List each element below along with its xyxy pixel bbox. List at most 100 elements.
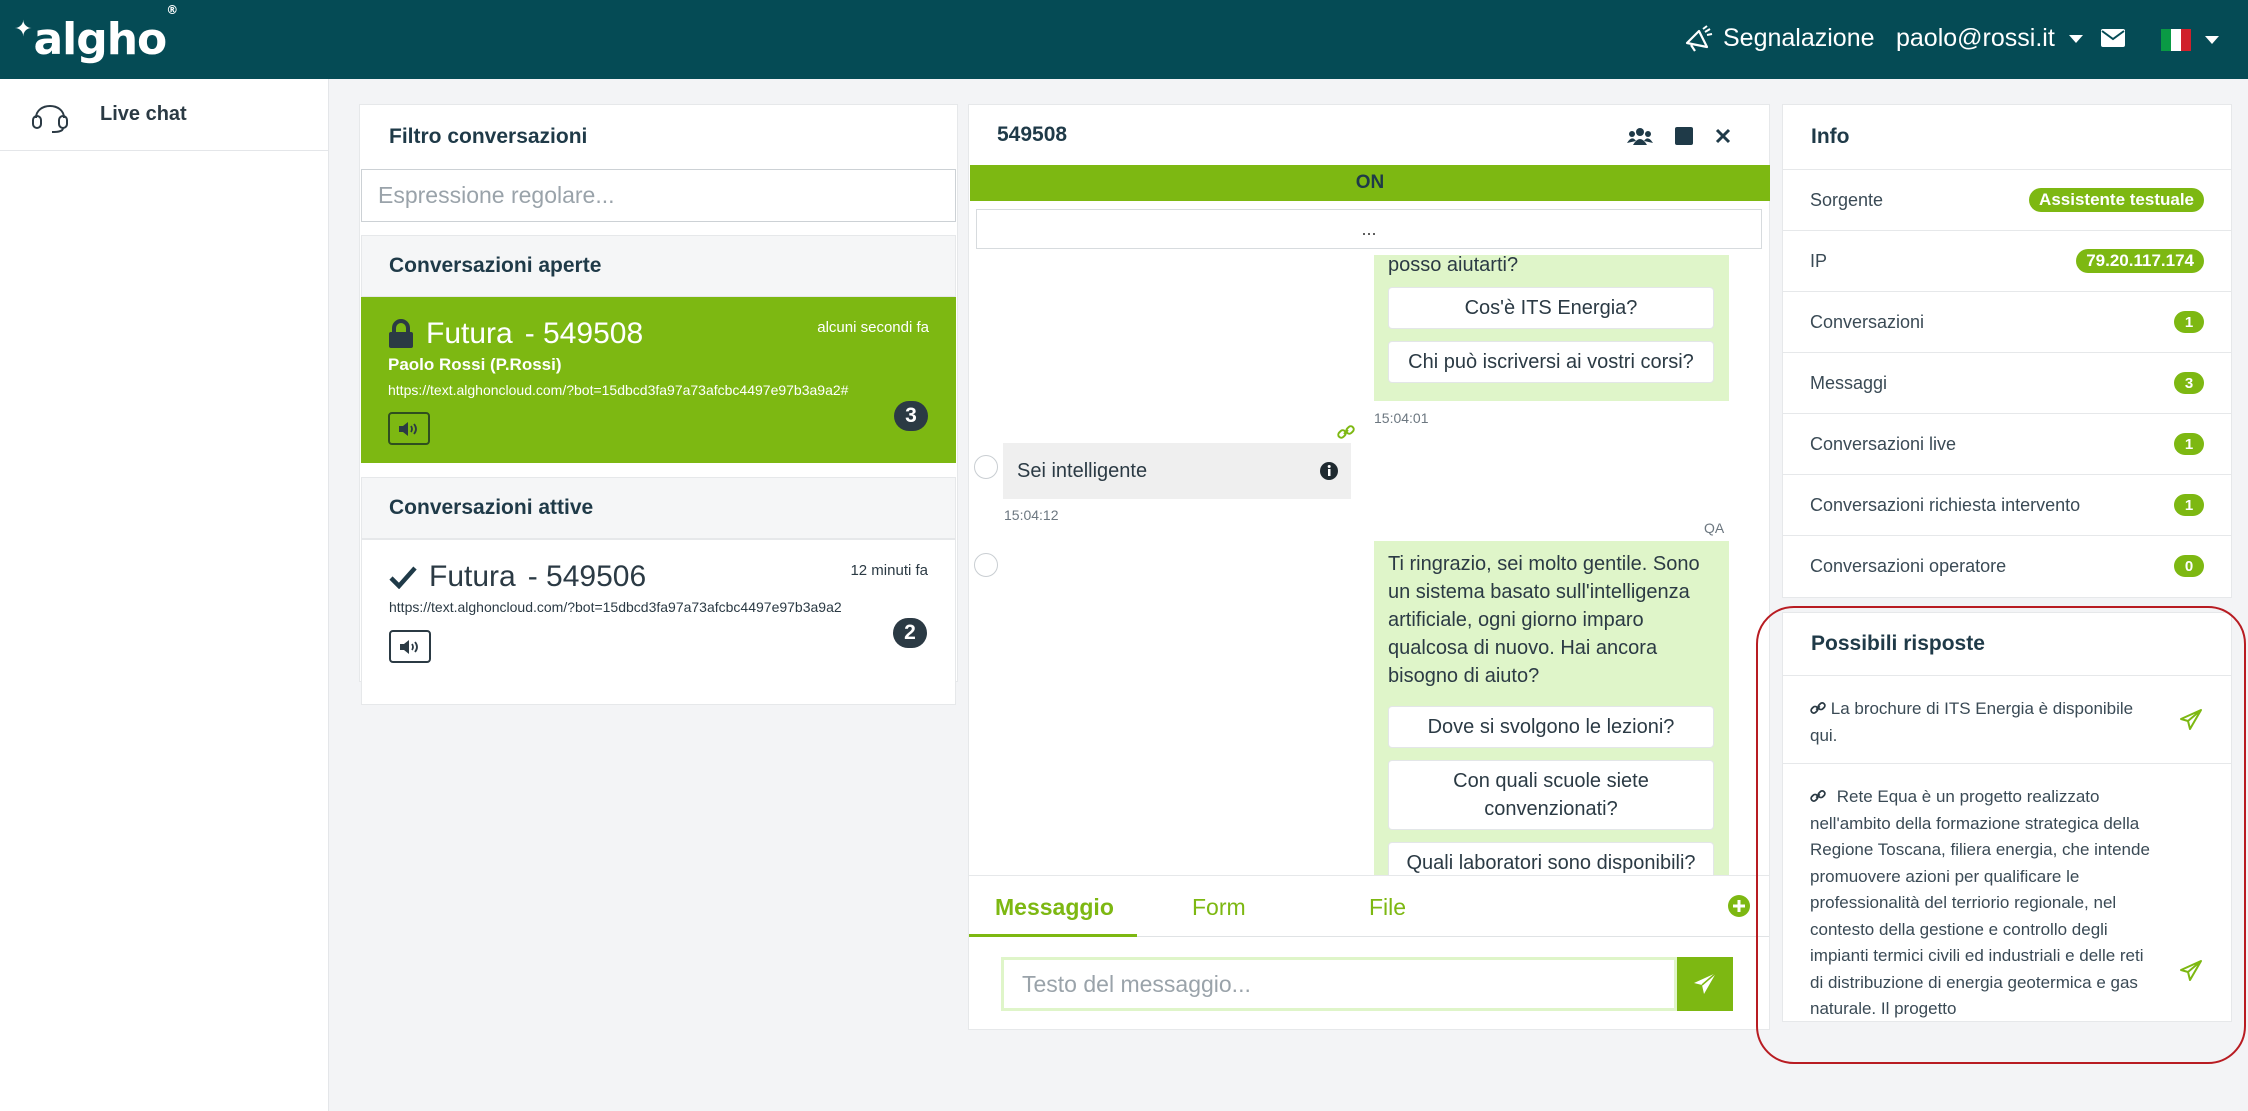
answer-text: La brochure di ITS Energia è disponibile… bbox=[1810, 699, 2134, 745]
conversation-url: https://text.alghoncloud.com/?bot=15dbcd… bbox=[389, 599, 842, 615]
sidebar: Live chat bbox=[0, 79, 329, 1111]
conversation-name: Futura bbox=[429, 560, 516, 593]
select-message-radio[interactable] bbox=[974, 455, 998, 479]
message-count-badge: 3 bbox=[894, 401, 928, 431]
stop-icon[interactable] bbox=[1675, 127, 1693, 145]
info-row-operator: Conversazioni operatore 0 bbox=[1783, 535, 2231, 596]
messages-area[interactable]: posso aiutarti? Cos'è ITS Energia? Chi p… bbox=[969, 255, 1769, 875]
sidebar-item-label: Live chat bbox=[100, 103, 187, 125]
report-label: Segnalazione bbox=[1723, 24, 1875, 52]
mail-button[interactable] bbox=[2101, 29, 2125, 47]
conversation-time: alcuni secondi fa bbox=[817, 319, 929, 336]
send-answer-icon[interactable] bbox=[2179, 708, 2203, 732]
load-more-button[interactable]: ... bbox=[976, 209, 1762, 249]
sound-toggle-button[interactable] bbox=[388, 412, 430, 445]
bot-text-line: qualcosa di nuovo. Hai ancora bbox=[1388, 637, 1658, 659]
bot-message: Ti ringrazio, sei molto gentile. Sono un… bbox=[1374, 541, 1729, 875]
message-count-badge: 2 bbox=[893, 618, 927, 648]
user-email: paolo@rossi.it bbox=[1896, 24, 2055, 52]
info-label: IP bbox=[1810, 250, 1828, 271]
conversation-card-active[interactable]: Futura - 549506 12 minuti fa https://tex… bbox=[361, 539, 956, 705]
conversation-title: Futura - 549506 bbox=[389, 560, 646, 594]
open-conversations-title: Conversazioni aperte bbox=[361, 235, 956, 297]
info-label: Conversazioni live bbox=[1810, 433, 1957, 454]
sound-toggle-button[interactable] bbox=[389, 630, 431, 663]
info-icon[interactable] bbox=[1319, 461, 1339, 481]
info-row-conversations: Conversazioni 1 bbox=[1783, 291, 2231, 352]
info-label: Conversazioni bbox=[1810, 311, 1925, 332]
users-icon[interactable] bbox=[1627, 127, 1653, 145]
info-label: Messaggi bbox=[1810, 372, 1888, 393]
info-value-badge: Assistente testuale bbox=[2029, 188, 2204, 212]
info-row-intervention: Conversazioni richiesta intervento 1 bbox=[1783, 474, 2231, 535]
info-value-badge: 1 bbox=[2174, 494, 2204, 516]
tab-form[interactable]: Form bbox=[1192, 894, 1246, 921]
info-row-ip: IP 79.20.117.174 bbox=[1783, 230, 2231, 291]
info-label: Conversazioni operatore bbox=[1810, 555, 2007, 576]
link-icon bbox=[1810, 702, 1826, 714]
info-row-source: Sorgente Assistente testuale bbox=[1783, 169, 2231, 230]
user-message-text: Sei intelligente bbox=[1017, 459, 1148, 482]
bot-message-text: Ti ringrazio, sei molto gentile. Sono un… bbox=[1388, 550, 1700, 690]
answer-item[interactable]: Rete Equa è un progetto realizzato nell'… bbox=[1783, 763, 2231, 1021]
bot-text-line: artificiale, ogni giorno imparo bbox=[1388, 609, 1644, 631]
conversation-user: Paolo Rossi (P.Rossi) bbox=[388, 355, 562, 374]
report-link[interactable]: Segnalazione bbox=[1683, 24, 1875, 53]
qa-label: QA bbox=[1704, 520, 1725, 536]
info-value-badge: 1 bbox=[2174, 311, 2204, 333]
message-input[interactable]: Testo del messaggio... bbox=[1001, 957, 1677, 1011]
select-message-radio[interactable] bbox=[974, 553, 998, 577]
answer-item[interactable]: La brochure di ITS Energia è disponibile… bbox=[1783, 675, 2231, 763]
chat-panel: 549508 ON ... posso aiutarti? Cos'è ITS … bbox=[968, 104, 1770, 1030]
send-button[interactable] bbox=[1677, 957, 1733, 1011]
info-row-messages: Messaggi 3 bbox=[1783, 352, 2231, 413]
info-row-live: Conversazioni live 1 bbox=[1783, 413, 2231, 474]
bot-message-text: posso aiutarti? bbox=[1388, 255, 1519, 276]
tab-file[interactable]: File bbox=[1369, 894, 1406, 921]
chat-status-bar: ON bbox=[970, 165, 1770, 201]
chat-actions bbox=[1627, 127, 1731, 145]
info-value-badge: 79.20.117.174 bbox=[2076, 249, 2204, 273]
language-selector[interactable] bbox=[2161, 29, 2219, 51]
italy-flag-icon bbox=[2161, 29, 2191, 51]
close-icon[interactable] bbox=[1715, 128, 1731, 144]
user-message: Sei intelligente bbox=[1003, 443, 1351, 499]
quick-reply-button[interactable]: Quali laboratori sono disponibili? bbox=[1388, 842, 1714, 875]
conversation-name: Futura bbox=[426, 317, 513, 350]
quick-reply-button[interactable]: Chi può iscriversi ai vostri corsi? bbox=[1388, 341, 1714, 383]
sidebar-item-live-chat[interactable]: Live chat bbox=[0, 79, 328, 151]
megaphone-icon bbox=[1685, 24, 1713, 52]
algho-logo[interactable]: ✦algho® bbox=[14, 3, 178, 65]
chevron-down-icon bbox=[2068, 34, 2083, 43]
paper-plane-icon bbox=[1694, 972, 1717, 994]
chevron-down-icon bbox=[2205, 36, 2219, 44]
envelope-icon bbox=[2101, 29, 2125, 47]
user-menu[interactable]: paolo@rossi.it bbox=[1896, 24, 2083, 53]
conversation-title: Futura - 549508 bbox=[388, 317, 643, 351]
speaker-icon bbox=[400, 639, 418, 654]
bot-text-line: bisogno di aiuto? bbox=[1388, 665, 1540, 687]
regex-filter-input[interactable]: Espressione regolare... bbox=[361, 169, 956, 222]
link-icon[interactable] bbox=[1337, 423, 1355, 441]
info-label: Conversazioni richiesta intervento bbox=[1810, 494, 2081, 515]
info-title: Info bbox=[1811, 125, 1850, 148]
quick-reply-button[interactable]: Con quali scuole siete convenzionati? bbox=[1388, 760, 1714, 830]
info-panel: Info Sorgente Assistente testuale IP 79.20… bbox=[1782, 104, 2232, 598]
bot-message: posso aiutarti? Cos'è ITS Energia? Chi p… bbox=[1374, 255, 1729, 401]
quick-reply-button[interactable]: Dove si svolgono le lezioni? bbox=[1388, 706, 1714, 748]
plus-circle-icon[interactable] bbox=[1727, 894, 1751, 918]
info-label: Sorgente bbox=[1810, 189, 1884, 210]
conversation-url: https://text.alghoncloud.com/?bot=15dbcd… bbox=[388, 382, 849, 398]
conversation-time: 12 minuti fa bbox=[850, 562, 928, 579]
lock-icon bbox=[389, 319, 413, 348]
tab-message[interactable]: Messaggio bbox=[995, 894, 1114, 921]
composer-tabs: Messaggio Form File bbox=[969, 875, 1769, 939]
message-timestamp: 15:04:01 bbox=[1374, 410, 1429, 426]
conversation-id: - 549506 bbox=[527, 560, 647, 593]
active-conversations-title: Conversazioni attive bbox=[361, 477, 956, 539]
conversation-card-open[interactable]: Futura - 549508 alcuni secondi fa Paolo … bbox=[361, 297, 956, 463]
info-value-badge: 3 bbox=[2174, 372, 2204, 394]
send-answer-icon[interactable] bbox=[2179, 959, 2203, 983]
quick-reply-button[interactable]: Cos'è ITS Energia? bbox=[1388, 287, 1714, 329]
message-timestamp: 15:04:12 bbox=[1004, 507, 1059, 523]
